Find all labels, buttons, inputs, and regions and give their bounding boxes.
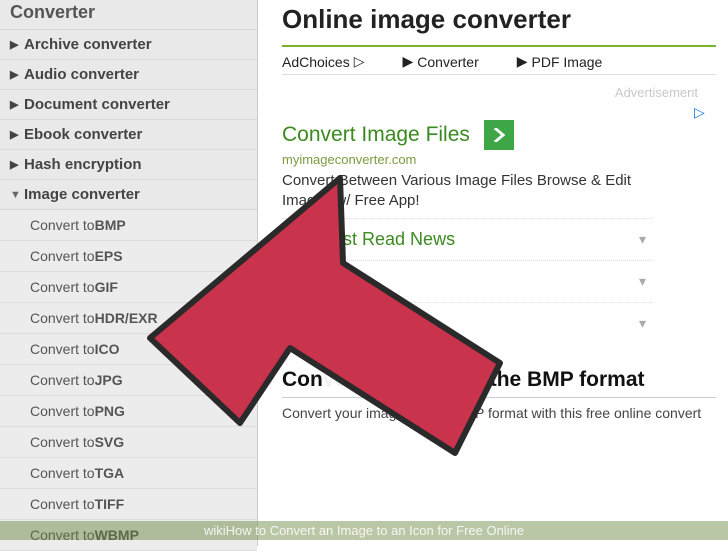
ad-info-icon[interactable]: ▷	[694, 104, 710, 120]
ad-link-pdf-image[interactable]: ▶ PDF Image	[517, 53, 603, 70]
sidebar-category-hash[interactable]: ▶ Hash encryption	[0, 150, 257, 180]
sidebar-heading: Converter	[0, 0, 257, 30]
ad-domain: myimageconverter.com	[282, 152, 706, 167]
adchoices-icon: ▷	[354, 53, 365, 70]
collapser-news[interactable]: The Must Read News ▾	[282, 218, 652, 260]
triangle-right-icon: ▶	[10, 68, 24, 81]
sidebar-category-archive[interactable]: ▶ Archive converter	[0, 30, 257, 60]
triangle-right-icon: ▶	[10, 38, 24, 51]
ad-block: ▷ Convert Image Files myimageconverter.c…	[282, 102, 716, 218]
ad-link-converter[interactable]: ▶ Converter	[402, 53, 478, 70]
ad-go-button[interactable]	[484, 120, 514, 150]
adchoices-link[interactable]: AdChoices ▷	[282, 53, 364, 70]
sidebar-item-eps[interactable]: Convert to EPS	[0, 241, 257, 272]
triangle-right-icon: ▶	[10, 128, 24, 141]
main-content: Online image converter AdChoices ▷ ▶ Con…	[258, 0, 728, 546]
sidebar-item-tiff[interactable]: Convert to TIFF	[0, 489, 257, 520]
chevron-down-icon: ▾	[639, 315, 646, 332]
category-label: Image converter	[24, 186, 140, 203]
sidebar-item-svg[interactable]: Convert to SVG	[0, 427, 257, 458]
sidebar-item-gif[interactable]: Convert to GIF	[0, 272, 257, 303]
triangle-down-icon: ▼	[10, 189, 24, 201]
sidebar-item-png[interactable]: Convert to PNG	[0, 396, 257, 427]
advertisement-label: Advertisement	[282, 75, 716, 102]
category-label: Ebook converter	[24, 126, 142, 143]
page-title: Online image converter	[282, 4, 716, 35]
triangle-right-icon: ▶	[10, 98, 24, 111]
sidebar-item-ico[interactable]: Convert to ICO	[0, 334, 257, 365]
chevron-down-icon: ▾	[639, 231, 646, 248]
sidebar: Converter ▶ Archive converter ▶ Audio co…	[0, 0, 258, 546]
sidebar-item-bmp[interactable]: Convert to BMP	[0, 210, 257, 241]
collapser-other[interactable]: r ▾	[282, 302, 652, 344]
sidebar-item-hdr[interactable]: Convert to HDR/EXR	[0, 303, 257, 334]
category-label: Document converter	[24, 96, 170, 113]
sidebar-category-audio[interactable]: ▶ Audio converter	[0, 60, 257, 90]
chevron-right-icon	[492, 128, 506, 142]
play-icon: ▶	[402, 53, 413, 70]
sidebar-category-document[interactable]: ▶ Document converter	[0, 90, 257, 120]
ad-link-bar: AdChoices ▷ ▶ Converter ▶ PDF Image	[282, 45, 716, 75]
collapser-download[interactable]: nload ▾	[282, 260, 652, 302]
sidebar-item-tga[interactable]: Convert to TGA	[0, 458, 257, 489]
category-label: Archive converter	[24, 36, 152, 53]
section-description: Convert your images to the BMP format wi…	[282, 404, 716, 424]
sidebar-category-image[interactable]: ▼ Image converter	[0, 180, 257, 210]
ad-description: Convert Between Various Image Files Brow…	[282, 171, 642, 212]
ad-title[interactable]: Convert Image Files	[282, 120, 706, 150]
watermark: wikiHow to Convert an Image to an Icon f…	[0, 521, 728, 540]
triangle-right-icon: ▶	[10, 158, 24, 171]
section-title: Convert an image to the BMP format	[282, 368, 716, 398]
sidebar-category-ebook[interactable]: ▶ Ebook converter	[0, 120, 257, 150]
sidebar-item-jpg[interactable]: Convert to JPG	[0, 365, 257, 396]
category-label: Audio converter	[24, 66, 139, 83]
play-icon: ▶	[517, 53, 528, 70]
chevron-down-icon: ▾	[639, 273, 646, 290]
category-label: Hash encryption	[24, 156, 142, 173]
